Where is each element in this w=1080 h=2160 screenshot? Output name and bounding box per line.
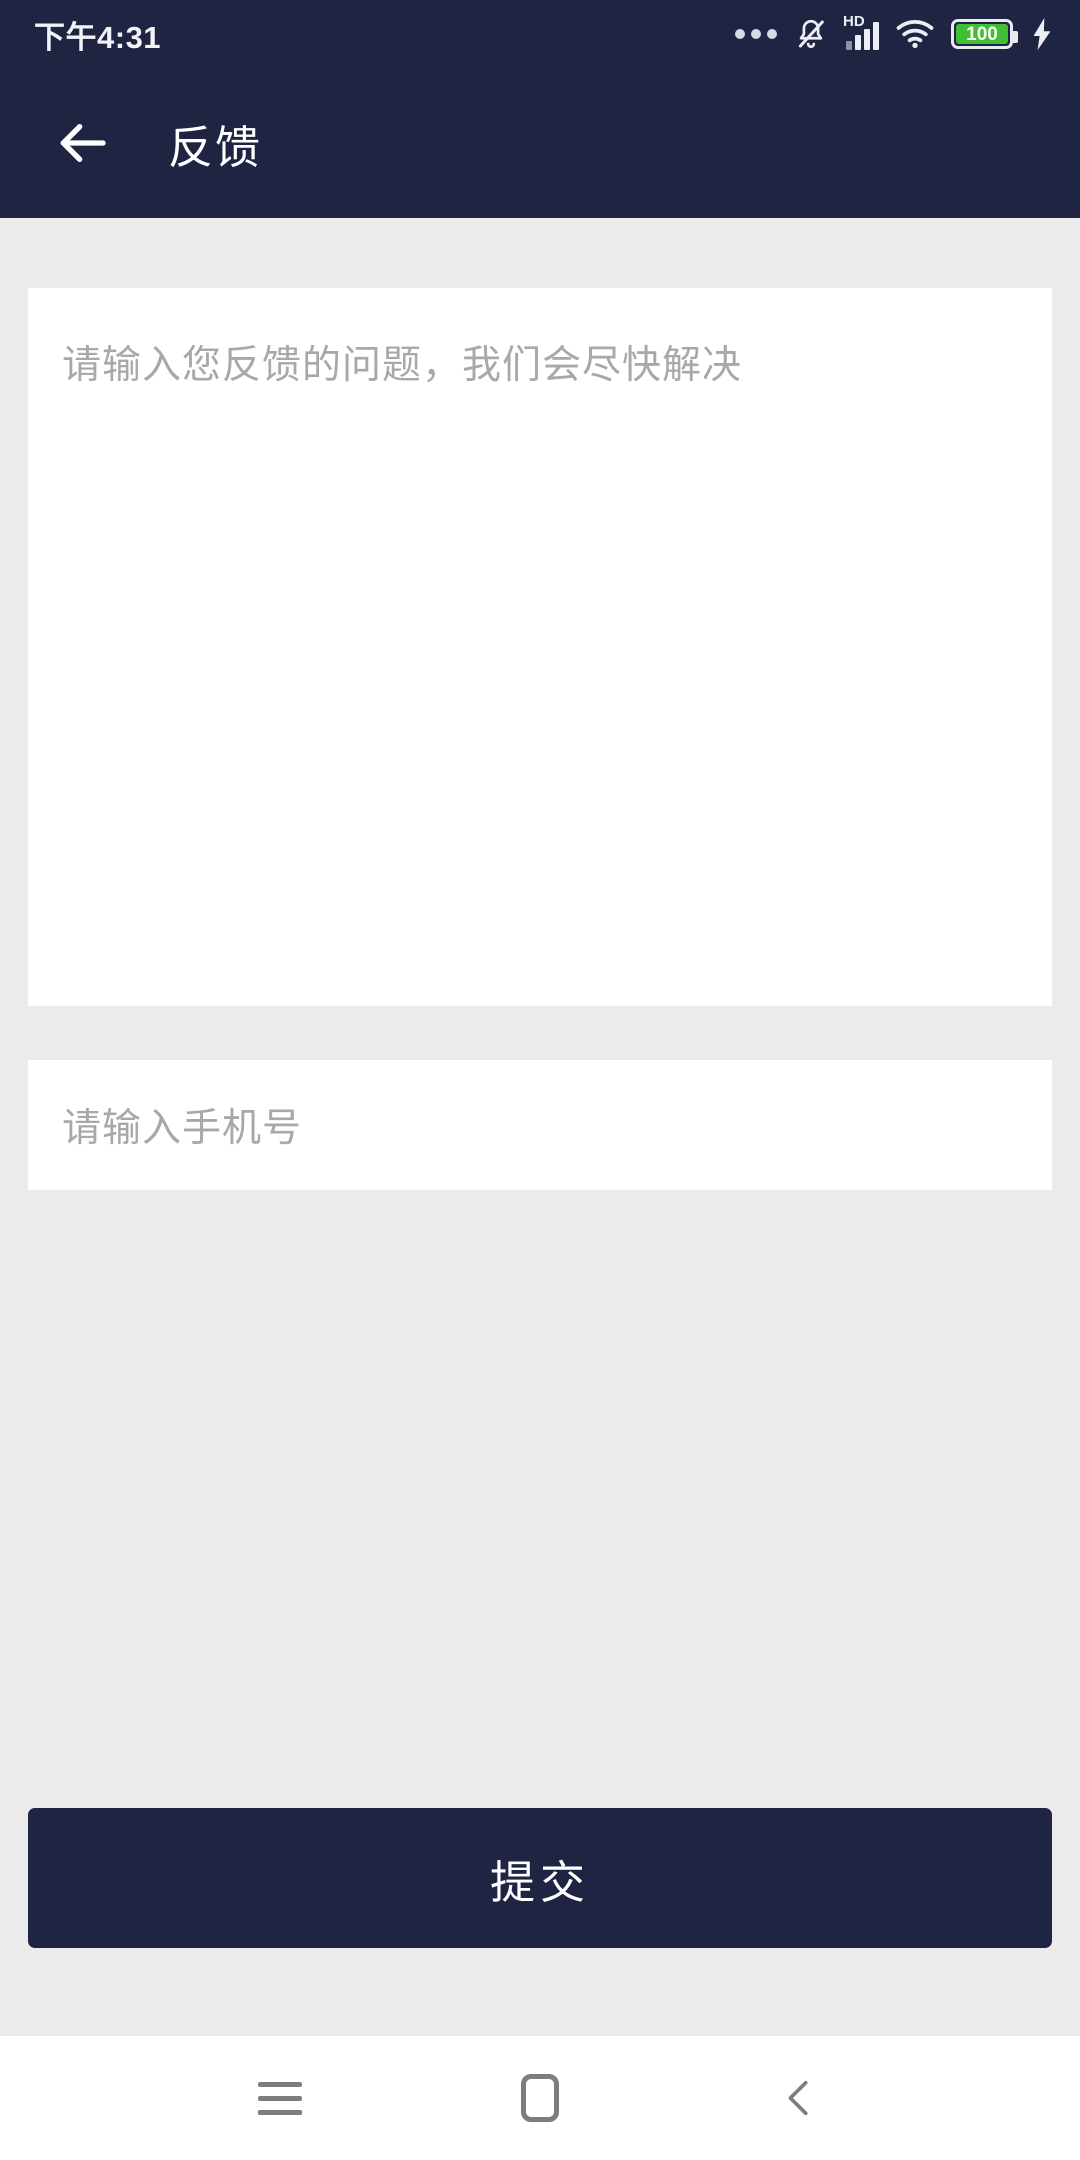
battery-level: 100	[966, 23, 998, 45]
phone-placeholder: 请输入手机号	[62, 1107, 303, 1150]
status-icons: HD 100	[735, 14, 1054, 51]
nav-home-button[interactable]	[485, 2043, 595, 2153]
feedback-screen: 下午4:31 HD 100 反馈 请输入您反馈的问题，我们会尽快解决 请输入手机…	[0, 0, 1080, 2160]
home-square-icon	[521, 2074, 559, 2122]
submit-button[interactable]: 提交	[28, 1808, 1052, 1948]
phone-input[interactable]: 请输入手机号	[28, 1060, 1052, 1190]
nav-back-button[interactable]	[745, 2043, 855, 2153]
android-nav-bar	[0, 2035, 1080, 2160]
menu-icon	[258, 2081, 302, 2115]
feedback-textarea[interactable]: 请输入您反馈的问题，我们会尽快解决	[28, 288, 1052, 1006]
hd-signal-icon: HD	[843, 14, 879, 50]
charging-bolt-icon	[1030, 17, 1054, 51]
bell-muted-icon	[794, 17, 828, 51]
app-bar: 反馈	[0, 68, 1080, 218]
nav-recents-button[interactable]	[225, 2043, 335, 2153]
wifi-icon	[896, 19, 934, 49]
back-button[interactable]	[46, 107, 118, 179]
submit-button-label: 提交	[489, 1856, 590, 1908]
page-title: 反馈	[168, 121, 263, 173]
battery-icon: 100	[951, 19, 1018, 49]
more-dots-icon	[735, 29, 777, 39]
content-area: 请输入您反馈的问题，我们会尽快解决 请输入手机号 提交	[0, 218, 1080, 2035]
status-bar: 下午4:31 HD 100	[0, 0, 1080, 68]
status-time: 下午4:31	[34, 19, 162, 55]
feedback-placeholder: 请输入您反馈的问题，我们会尽快解决	[62, 344, 743, 387]
chevron-left-icon	[777, 2075, 823, 2121]
arrow-left-icon	[54, 115, 110, 171]
